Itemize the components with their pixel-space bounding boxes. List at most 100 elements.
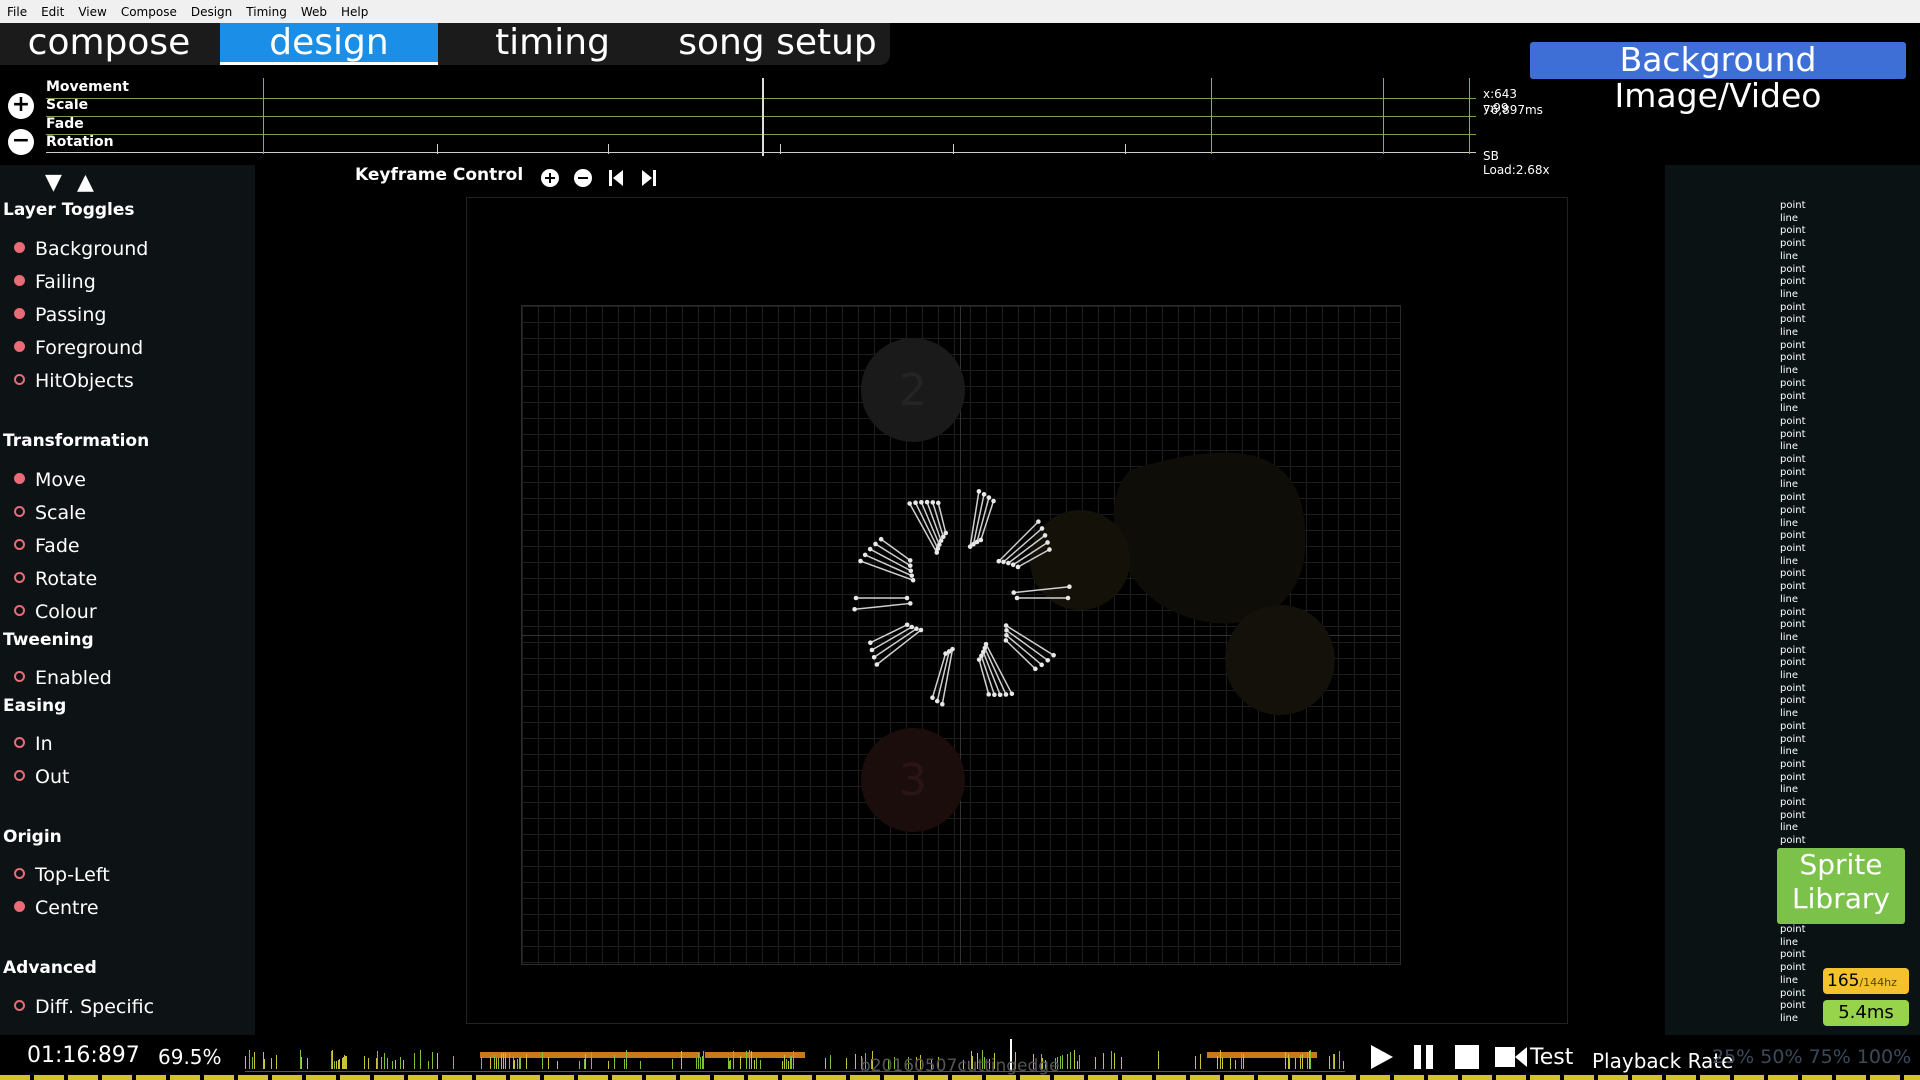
pause-icon[interactable] [1410,1042,1438,1079]
test-camera-icon[interactable] [1494,1042,1528,1079]
timeline-marker [756,1058,757,1069]
timeline-marker [334,1061,335,1069]
sprite-list-item[interactable]: line [1780,594,1840,607]
sprite-list-item[interactable]: point [1780,314,1840,327]
sprite-list-item[interactable]: line [1780,556,1840,569]
sprite-list-item[interactable]: point [1780,467,1840,480]
rate-75-option[interactable]: 75% [1809,1046,1851,1068]
sprite-list-item[interactable]: point [1780,772,1840,785]
sprite-list-item[interactable]: line [1780,213,1840,226]
rate-50-option[interactable]: 50% [1760,1046,1802,1068]
sprite-list-item[interactable]: line [1780,289,1840,302]
sprite-list-item[interactable]: point [1780,810,1840,823]
timeline-track [245,1071,1345,1072]
sprite-list-item[interactable]: line [1780,251,1840,264]
sprite-list-item[interactable]: point [1780,797,1840,810]
timeline-marker [1222,1057,1223,1069]
sprite-list-item[interactable]: point [1780,238,1840,251]
play-icon[interactable] [1367,1042,1395,1079]
song-timeline[interactable] [245,1035,1345,1075]
timeline-marker [740,1056,741,1069]
storyboard-point [869,647,875,653]
sprite-list-item[interactable]: line [1780,365,1840,378]
storyboard-point [1039,526,1045,531]
sprite-list-item[interactable]: point [1780,721,1840,734]
sprite-list-item[interactable]: point [1780,391,1840,404]
sprite-list-item[interactable]: point [1780,378,1840,391]
sprite-list-item[interactable]: point [1780,416,1840,429]
sprite-list-item[interactable]: point [1780,568,1840,581]
sprite-list-item[interactable]: point [1780,264,1840,277]
storyboard-point [1001,559,1006,565]
sprite-list-item[interactable]: point [1780,200,1840,213]
storyboard-line [1005,639,1036,670]
sprite-list-item[interactable]: point [1780,695,1840,708]
sprite-list-item[interactable]: point [1780,835,1840,848]
sprite-list-item[interactable]: line [1780,479,1840,492]
sprite-list-item[interactable]: point [1780,759,1840,772]
rate-25-option[interactable]: 25% [1712,1046,1754,1068]
storyboard-line [1006,629,1049,661]
sprite-list-item[interactable]: point [1780,619,1840,632]
storyboard-point [907,563,913,568]
sprite-list-item[interactable]: point [1780,734,1840,747]
timeline-marker [520,1057,521,1069]
sprite-library-button[interactable]: Sprite Library [1777,848,1905,924]
sprite-list-item[interactable]: point [1780,530,1840,543]
timeline-marker [481,1057,482,1069]
test-button[interactable]: Test [1530,1045,1573,1070]
sprite-list-item[interactable]: point [1780,924,1840,937]
sprite-list-item[interactable]: line [1780,746,1840,759]
timeline-marker [1235,1060,1236,1069]
timeline-marker [1339,1051,1340,1069]
sprite-list-item[interactable]: point [1780,429,1840,442]
sprite-list-item[interactable]: point [1780,657,1840,670]
timeline-marker [271,1058,272,1069]
sprite-list-item[interactable]: line [1780,632,1840,645]
sprite-list-item[interactable]: point [1780,302,1840,315]
rate-100-option[interactable]: 100% [1857,1046,1911,1068]
sprite-list-item[interactable]: point [1780,492,1840,505]
stop-icon[interactable] [1453,1042,1481,1079]
storyboard-point [1067,584,1072,590]
sprite-list-item[interactable]: line [1780,784,1840,797]
hit-circle-number: 3 [899,755,927,806]
sprite-list-item[interactable]: line [1780,822,1840,835]
sprite-list-item[interactable]: line [1780,708,1840,721]
sprite-list-item[interactable]: line [1780,327,1840,340]
sprite-list-item[interactable]: point [1780,683,1840,696]
timeline-marker [501,1053,502,1069]
sprite-list-item[interactable]: point [1780,607,1840,620]
sprite-list-item[interactable]: point [1780,352,1840,365]
storyboard-point [935,500,941,506]
timeline-marker [790,1056,791,1069]
sprite-list-item[interactable]: point [1780,581,1840,594]
sprite-list-item[interactable]: point [1780,340,1840,353]
timeline-marker [786,1059,787,1069]
sprite-list-item[interactable]: point [1780,645,1840,658]
storyboard-point [982,645,988,651]
timeline-marker [557,1061,558,1069]
sprite-list-item[interactable]: line [1780,937,1840,950]
storyboard-point [1003,692,1009,697]
sprite-list-item[interactable]: point [1780,543,1840,556]
sprite-list-item[interactable]: point [1780,505,1840,518]
sprite-list-item[interactable]: line [1780,441,1840,454]
timeline-marker [514,1060,515,1069]
timeline-marker [1243,1054,1244,1069]
sprite-list-item[interactable]: line [1780,518,1840,531]
timeline-marker [1103,1053,1104,1069]
timeline-marker [332,1050,333,1069]
storyboard-point [1011,590,1017,595]
sprite-list-item[interactable]: point [1780,276,1840,289]
sprite-list-item[interactable]: line [1780,670,1840,683]
timeline-marker [1220,1050,1221,1069]
storyboard-point [979,653,984,659]
timeline-marker [509,1053,510,1069]
timeline-marker [542,1052,543,1069]
sprite-list-item[interactable]: line [1780,403,1840,416]
sprite-list-item[interactable]: point [1780,949,1840,962]
sprite-list-item[interactable]: point [1780,454,1840,467]
sprite-list-item[interactable]: point [1780,225,1840,238]
timeline-marker [754,1060,755,1069]
